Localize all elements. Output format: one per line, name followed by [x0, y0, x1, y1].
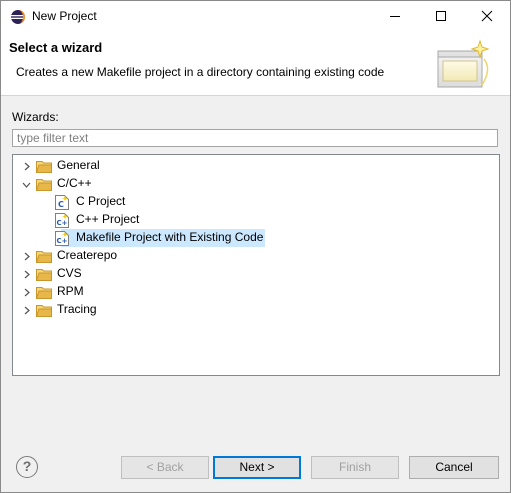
tree-item-label: General	[57, 158, 100, 172]
tree-item-tracing[interactable]: Tracing	[13, 301, 499, 319]
eclipse-icon	[10, 9, 26, 25]
tree-item-makefile-project[interactable]: C+ Makefile Project with Existing Code	[13, 229, 499, 247]
close-button[interactable]	[464, 1, 510, 31]
tree-item-label: C++ Project	[76, 212, 140, 226]
filter-input[interactable]	[12, 129, 498, 147]
tree-item-label: Tracing	[57, 302, 97, 316]
back-button[interactable]: < Back	[121, 456, 209, 479]
cpp-file-icon: C+	[55, 213, 69, 228]
tree-item-createrepo[interactable]: Createrepo	[13, 247, 499, 265]
new-project-dialog: New Project Select a wizard Creates a ne…	[0, 0, 511, 493]
tree-item-c-cpp[interactable]: C/C++	[13, 175, 499, 193]
wizards-label: Wizards:	[12, 110, 59, 124]
folder-icon	[36, 251, 52, 263]
svg-text:C+: C+	[57, 219, 68, 227]
maximize-button[interactable]	[418, 1, 464, 31]
wizard-header: Select a wizard Creates a new Makefile p…	[1, 31, 510, 96]
tree-item-label: Createrepo	[57, 248, 118, 262]
title-bar: New Project	[1, 1, 510, 31]
folder-icon	[36, 287, 52, 299]
new-project-wizard-icon	[434, 39, 494, 96]
folder-icon	[36, 305, 52, 317]
folder-icon	[36, 269, 52, 281]
maximize-icon	[436, 11, 446, 21]
tree-item-cpp-project[interactable]: C+ C++ Project	[13, 211, 499, 229]
header-title: Select a wizard	[9, 40, 103, 55]
tree-item-label: C Project	[76, 194, 126, 208]
wizard-tree[interactable]: General C/C++ C C Project C+ C++ Project	[12, 154, 500, 376]
c-file-icon: C	[55, 195, 69, 210]
chevron-right-icon[interactable]	[22, 270, 31, 279]
finish-button[interactable]: Finish	[311, 456, 399, 479]
help-button[interactable]: ?	[16, 456, 38, 478]
svg-text:C+: C+	[57, 237, 68, 245]
tree-item-label: CVS	[57, 266, 82, 280]
chevron-right-icon[interactable]	[22, 252, 31, 261]
help-icon: ?	[22, 458, 32, 474]
chevron-right-icon[interactable]	[22, 162, 31, 171]
tree-item-c-project[interactable]: C C Project	[13, 193, 499, 211]
chevron-right-icon[interactable]	[22, 306, 31, 315]
tree-item-rpm[interactable]: RPM	[13, 283, 499, 301]
minimize-icon	[390, 16, 400, 17]
tree-item-label: C/C++	[57, 176, 92, 190]
open-folder-icon	[36, 179, 52, 191]
minimize-button[interactable]	[372, 1, 418, 31]
tree-item-label: Makefile Project with Existing Code	[76, 230, 264, 244]
header-description: Creates a new Makefile project in a dire…	[16, 65, 385, 79]
window-title: New Project	[32, 9, 97, 23]
chevron-right-icon[interactable]	[22, 288, 31, 297]
tree-item-general[interactable]: General	[13, 157, 499, 175]
folder-icon	[36, 161, 52, 173]
next-button[interactable]: Next >	[213, 456, 301, 479]
cpp-file-icon: C+	[55, 231, 69, 246]
cancel-button[interactable]: Cancel	[409, 456, 499, 479]
close-icon	[481, 10, 493, 22]
svg-text:C: C	[58, 200, 64, 209]
tree-item-cvs[interactable]: CVS	[13, 265, 499, 283]
tree-item-label: RPM	[57, 284, 84, 298]
chevron-down-icon[interactable]	[22, 180, 31, 189]
